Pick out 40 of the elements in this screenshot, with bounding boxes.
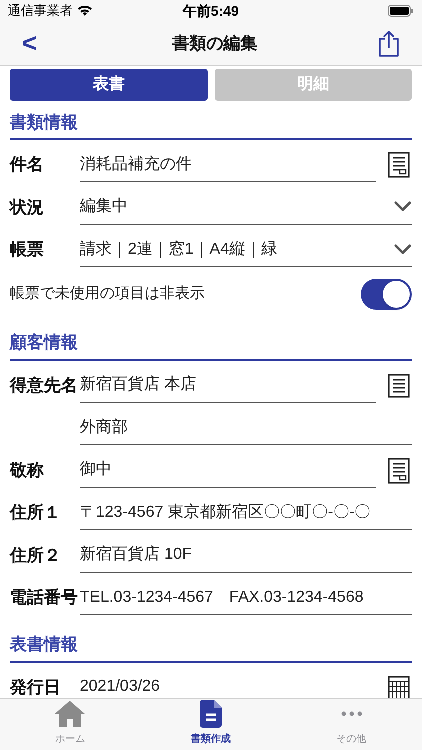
carrier-text: 通信事業者 xyxy=(8,2,73,20)
memo-icon[interactable] xyxy=(388,152,410,178)
field-label: 状況 xyxy=(10,198,44,217)
input-field[interactable]: 御中 xyxy=(80,454,376,488)
home-icon xyxy=(54,700,86,728)
memo-icon[interactable] xyxy=(388,458,410,484)
share-icon[interactable] xyxy=(378,30,400,58)
select-field[interactable]: 請求｜2連｜窓1｜A4縦｜緑 xyxy=(80,233,412,268)
tab-bar-item[interactable]: 書類作成 xyxy=(140,699,282,750)
battery-icon xyxy=(388,5,414,17)
input-field[interactable]: 〒123-4567 東京都新宿区〇〇町〇-〇-〇 xyxy=(80,496,412,530)
more-icon xyxy=(340,711,363,717)
section-heading: 顧客情報 xyxy=(10,332,78,354)
input-field[interactable]: 外商部 xyxy=(80,411,412,446)
input-field[interactable]: 新宿百貨店 本店 xyxy=(80,368,376,403)
chevron-down-icon[interactable] xyxy=(394,244,412,256)
field-label: 敬称 xyxy=(10,460,44,480)
field-label: 電話番号 xyxy=(10,588,78,608)
input-field[interactable]: 消耗品補充の件 xyxy=(80,148,376,182)
input-field[interactable]: TEL.03-1234-4567 FAX.03-1234-4568 xyxy=(80,581,412,616)
input-field[interactable]: 新宿百貨店 10F xyxy=(80,538,412,573)
field-label: 発行日 xyxy=(10,678,61,697)
wifi-icon xyxy=(77,5,93,17)
segment-tab[interactable]: 表書 xyxy=(10,69,208,101)
calendar-icon[interactable] xyxy=(388,676,410,698)
section-heading: 表書情報 xyxy=(10,634,78,656)
field-label: 住所２ xyxy=(10,546,61,565)
chevron-down-icon[interactable] xyxy=(394,201,412,214)
status-time: 午前5:49 xyxy=(182,2,240,20)
field-label: 件名 xyxy=(10,155,44,174)
field-label: 帳票 xyxy=(10,240,44,260)
toggle-switch[interactable] xyxy=(361,279,412,310)
list-icon[interactable] xyxy=(388,374,410,398)
back-button[interactable]: < xyxy=(22,24,52,63)
field-label: 住所１ xyxy=(10,503,61,522)
field-label: 得意先名 xyxy=(10,376,78,395)
screen-title: 書類の編集 xyxy=(172,32,258,55)
select-field[interactable]: 編集中 xyxy=(80,190,412,225)
toggle-label: 帳票で未使用の項目は非表示 xyxy=(10,284,205,304)
section-heading: 書類情報 xyxy=(10,112,78,134)
